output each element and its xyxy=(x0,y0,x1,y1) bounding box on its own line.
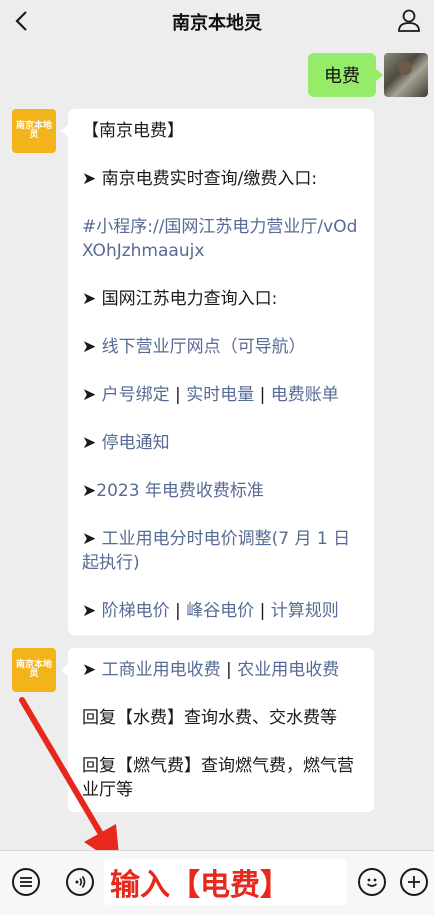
link-agri-fee[interactable]: 农业用电收费 xyxy=(237,660,339,680)
miniprogram-link[interactable]: #小程序://国网江苏电力营业厅/vOdXOhJzhmaaujx xyxy=(82,215,362,263)
profile-button[interactable] xyxy=(394,6,424,36)
arrow-marker: ➤ xyxy=(82,385,102,405)
link-commercial-fee[interactable]: 工商业用电收费 xyxy=(102,660,221,680)
link-tier-price[interactable]: 阶梯电价 xyxy=(102,601,170,621)
separator: | xyxy=(169,601,187,621)
separator: | xyxy=(220,660,238,680)
arrow-marker: ➤ xyxy=(82,337,102,357)
plus-icon xyxy=(408,876,420,888)
voice-button[interactable] xyxy=(66,868,94,896)
voice-icon xyxy=(75,876,86,888)
bot-avatar-label: 南京本地灵 xyxy=(15,660,52,679)
separator: | xyxy=(254,601,271,621)
arrow-marker: ➤ xyxy=(82,481,97,501)
reply-water-hint: 回复【水费】查询水费、交水费等 xyxy=(82,708,337,728)
my-message-bubble[interactable]: 电费 xyxy=(308,53,383,97)
message-heading: 【南京电费】 xyxy=(82,121,184,141)
chat-area[interactable]: 电费 南京本地灵 【南京电费】 ➤ 南京电费实时查询/缴费入口: #小程序://… xyxy=(0,42,434,850)
emoji-icon xyxy=(366,878,378,887)
arrow-marker: ➤ xyxy=(82,433,102,453)
person-icon xyxy=(398,9,420,32)
link-account-bind[interactable]: 户号绑定 xyxy=(102,385,170,405)
input-toolbar: 输入【电费】 xyxy=(0,850,434,915)
my-avatar[interactable] xyxy=(384,53,428,97)
arrow-marker: ➤ xyxy=(82,529,102,549)
link-outage-notice[interactable]: 停电通知 xyxy=(102,433,170,453)
separator: | xyxy=(169,385,187,405)
bot-message-bubble[interactable]: 【南京电费】 ➤ 南京电费实时查询/缴费入口: #小程序://国网江苏电力营业厅… xyxy=(61,109,374,635)
query-entry-line: ➤ 南京电费实时查询/缴费入口: xyxy=(82,169,318,189)
grid-entry-line: ➤ 国网江苏电力查询入口: xyxy=(82,289,278,309)
arrow-marker: ➤ xyxy=(82,601,102,621)
bot-message-bubble[interactable]: ➤ 工商业用电收费 | 农业用电收费 回复【水费】查询水费、交水费等 回复【燃气… xyxy=(61,648,374,812)
plus-button[interactable] xyxy=(400,868,428,896)
link-offline-hall[interactable]: 线下营业厅网点（可导航） xyxy=(102,337,306,357)
top-bar: 南京本地灵 xyxy=(0,0,434,42)
link-peak-valley-price[interactable]: 峰谷电价 xyxy=(186,601,254,621)
separator: | xyxy=(254,385,271,405)
list-icon xyxy=(20,877,32,887)
bot-avatar[interactable]: 南京本地灵 xyxy=(12,648,56,692)
menu-button[interactable] xyxy=(12,868,40,896)
link-realtime-usage[interactable]: 实时电量 xyxy=(186,385,254,405)
chat-title: 南京本地灵 xyxy=(172,13,262,34)
link-bill[interactable]: 电费账单 xyxy=(271,385,339,405)
reply-gas-hint: 回复【燃气费】查询燃气费，燃气营业厅等 xyxy=(82,756,354,800)
link-calc-rule[interactable]: 计算规则 xyxy=(271,601,339,621)
message-input-text: 输入【电费】 xyxy=(110,868,290,903)
emoji-button[interactable] xyxy=(358,868,386,896)
link-industrial-price[interactable]: 工业用电分时电价调整(7 月 1 日起执行) xyxy=(82,529,350,573)
message-input[interactable]: 输入【电费】 xyxy=(104,859,346,905)
arrow-marker: ➤ xyxy=(82,660,102,680)
link-fee-standard[interactable]: 2023 年电费收费标准 xyxy=(96,481,264,501)
bot-avatar-label: 南京本地灵 xyxy=(15,121,52,140)
bot-avatar[interactable]: 南京本地灵 xyxy=(12,109,56,153)
my-message-text: 电费 xyxy=(324,66,360,87)
